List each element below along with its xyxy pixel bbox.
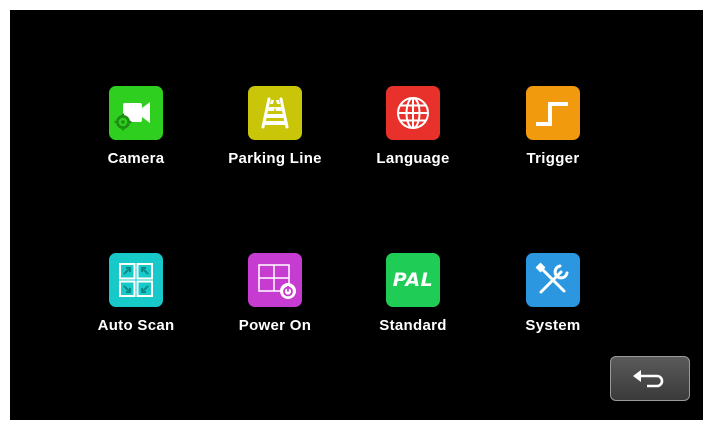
- menu-item-label: Power On: [238, 317, 312, 334]
- pal-icon-text: PAL: [392, 269, 434, 291]
- menu-item-parking-line[interactable]: Parking Line: [210, 86, 340, 186]
- menu-item-label: Auto Scan: [97, 317, 175, 334]
- menu-item-label: Standard: [379, 317, 447, 334]
- menu-item-trigger[interactable]: Trigger: [488, 86, 618, 186]
- menu-screen: Camera Parking Line Language Trigger Aut…: [10, 10, 703, 420]
- globe-icon: [386, 86, 440, 140]
- menu-item-label: Language: [376, 150, 450, 167]
- menu-item-system[interactable]: System: [488, 253, 618, 353]
- menu-item-camera[interactable]: Camera: [71, 86, 201, 186]
- back-arrow-icon: [633, 370, 664, 388]
- parking-line-icon: [248, 86, 302, 140]
- power-on-icon: [248, 253, 302, 307]
- menu-item-standard[interactable]: PAL Standard: [348, 253, 478, 353]
- menu-item-power-on[interactable]: Power On: [210, 253, 340, 353]
- menu-item-label: Camera: [107, 150, 165, 167]
- menu-item-auto-scan[interactable]: Auto Scan: [71, 253, 201, 353]
- auto-scan-icon: [109, 253, 163, 307]
- trigger-icon: [526, 86, 580, 140]
- menu-item-language[interactable]: Language: [348, 86, 478, 186]
- menu-item-label: System: [525, 317, 581, 334]
- menu-item-label: Parking Line: [228, 150, 322, 167]
- camera-icon: [109, 86, 163, 140]
- pal-icon: PAL: [386, 253, 440, 307]
- tools-icon: [526, 253, 580, 307]
- back-button[interactable]: [610, 356, 690, 401]
- menu-item-label: Trigger: [526, 150, 580, 167]
